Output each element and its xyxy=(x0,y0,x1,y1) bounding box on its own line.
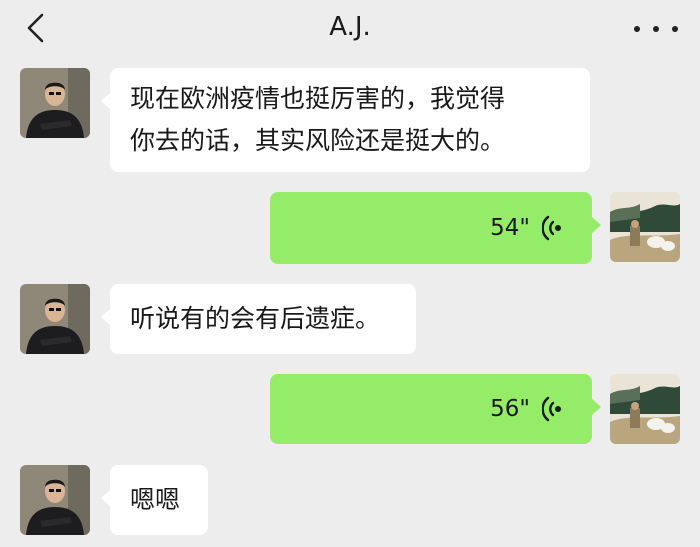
contact-avatar[interactable] xyxy=(20,68,90,138)
person-avatar-icon xyxy=(20,284,90,354)
back-button[interactable] xyxy=(18,10,54,46)
voice-content: 54" xyxy=(490,192,562,264)
landscape-painting-avatar-icon xyxy=(610,374,680,444)
my-avatar[interactable] xyxy=(610,374,680,444)
voice-wave-icon xyxy=(542,396,561,422)
voice-content: 56" xyxy=(490,374,562,444)
more-button[interactable] xyxy=(634,14,678,44)
contact-avatar[interactable] xyxy=(20,465,90,535)
voice-duration: 56" xyxy=(490,396,530,422)
person-avatar-icon xyxy=(20,465,90,535)
voice-message-bubble[interactable]: 54" xyxy=(270,192,601,264)
message-text-line: 你去的话，其实风险还是挺大的。 xyxy=(130,126,506,155)
more-dot xyxy=(653,26,659,32)
message-text-line: 现在欧洲疫情也挺厉害的，我觉得 xyxy=(130,84,506,113)
voice-wave-icon xyxy=(542,215,561,241)
more-dots-icon xyxy=(634,26,640,32)
message-bubble-incoming[interactable]: 现在欧洲疫情也挺厉害的，我觉得 你去的话，其实风险还是挺大的。 xyxy=(101,68,590,172)
message-text: 听说有的会有后遗症。 xyxy=(130,304,381,333)
voice-message-bubble[interactable]: 56" xyxy=(270,374,601,444)
voice-duration: 54" xyxy=(490,215,530,241)
message-bubble-incoming[interactable]: 听说有的会有后遗症。 xyxy=(101,284,416,354)
message-text: 嗯嗯 xyxy=(130,485,181,514)
message-bubble-incoming[interactable]: 嗯嗯 xyxy=(101,465,208,535)
chevron-left-icon xyxy=(27,13,44,43)
more-dot xyxy=(672,26,678,32)
person-avatar-icon xyxy=(20,68,90,138)
landscape-painting-avatar-icon xyxy=(610,192,680,262)
my-avatar[interactable] xyxy=(610,192,680,262)
chat-title: A.J. xyxy=(329,12,371,42)
chat-header: A.J. xyxy=(0,0,700,58)
contact-avatar[interactable] xyxy=(20,284,90,354)
